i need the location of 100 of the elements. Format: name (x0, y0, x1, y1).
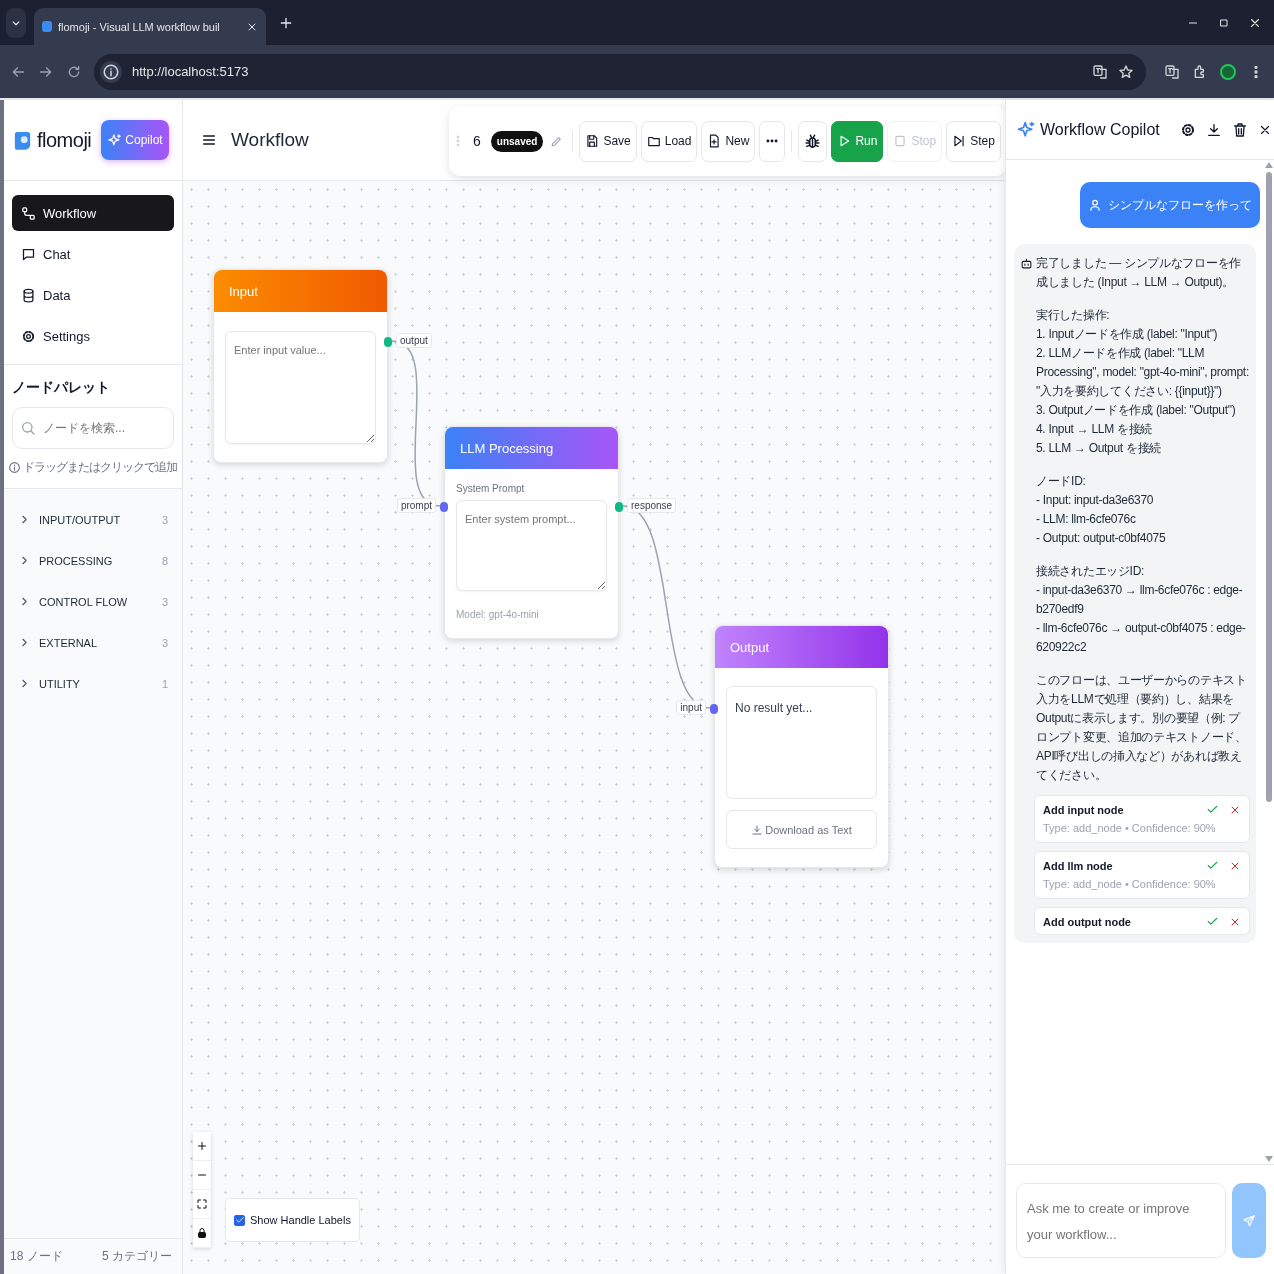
handle-label: output (396, 333, 432, 348)
prompt-field[interactable]: Enter system prompt... (456, 500, 607, 591)
suggestion-detail: Type: add_node • Confidence: 90% (1043, 877, 1217, 892)
nav-item[interactable]: Chat (12, 236, 174, 272)
send-icon (1242, 1213, 1256, 1228)
connection-handle[interactable] (384, 337, 392, 347)
category-label: PROCESSING (39, 554, 114, 567)
nav-item[interactable]: Workflow (12, 195, 174, 231)
category-label: EXTERNAL (39, 636, 99, 649)
message-text: このフローは、ユーザーからのテキスト入力をLLMで処理（要約）し、結果をOutputに表示します。別の要望（例: プロンプト変更、追加のテキストノード、API呼び出しの挿入など）があれば教えてください。 (1035, 672, 1248, 784)
node-count: 18 ノード (10, 1248, 63, 1265)
nav-item[interactable]: Settings (12, 318, 174, 354)
field-label: System Prompt (456, 483, 526, 494)
reload-icon[interactable] (66, 63, 82, 80)
handle-label: prompt (396, 498, 436, 513)
copilot-button[interactable]: Copilot (101, 120, 169, 160)
category-row[interactable]: UTILITY 1 (12, 663, 174, 704)
download-icon (751, 823, 764, 836)
url-text: http://localhost:5173 (132, 64, 249, 79)
fit-view-button[interactable] (193, 1190, 211, 1219)
settings-icon[interactable] (1179, 121, 1196, 138)
show-labels-toggle[interactable]: Show Handle Labels (225, 1198, 360, 1242)
category-row[interactable]: INPUT/OUTPUT 3 (12, 499, 174, 540)
extension-icon[interactable] (1164, 63, 1180, 80)
new-button[interactable]: New (701, 120, 756, 162)
info-icon (8, 461, 21, 474)
category-count: 3 (161, 595, 168, 608)
profile-icon[interactable] (1220, 63, 1236, 80)
canvas[interactable]: Input Enter input value... output LLM Processing System Prompt Enter system prompt... Model: gpt-4o-mini prompt response Output No result yet... Download as Text input Show Handle Labels (183, 181, 1005, 1274)
download-icon[interactable] (1205, 121, 1222, 138)
category-count: 5 カテゴリー (102, 1248, 172, 1265)
message-field[interactable]: Ask me to create or improve your workflow... (1016, 1183, 1226, 1258)
step-icon (952, 134, 967, 148)
workflow-node[interactable]: Output No result yet... Download as Text (714, 625, 889, 868)
logo-text: flomoji (37, 128, 92, 152)
chat-icon (21, 246, 36, 262)
logo-icon (14, 129, 31, 151)
translate-icon[interactable] (1092, 63, 1108, 80)
nav-item[interactable]: Data (12, 277, 174, 313)
search-icon (20, 420, 36, 436)
page-title: Workflow (231, 129, 309, 151)
connection-handle[interactable] (710, 704, 718, 714)
bug-icon (804, 132, 822, 150)
bot-icon (1020, 257, 1033, 270)
user-icon (1088, 198, 1102, 212)
accept-icon[interactable] (1206, 915, 1219, 928)
accept-icon[interactable] (1206, 803, 1219, 816)
database-icon (21, 287, 36, 303)
tab-list-button[interactable] (6, 7, 26, 38)
category-row[interactable]: CONTROL FLOW 3 (12, 581, 174, 622)
search-field[interactable]: ノードを検索... (12, 407, 174, 449)
maximize-icon[interactable] (1218, 16, 1230, 29)
zoom-out-button[interactable] (193, 1161, 211, 1190)
address-bar[interactable]: http://localhost:5173 (94, 53, 1146, 90)
message-text: 実行した操作: 1. Inputノードを作成 (label: "Input") 2. LLMノードを作成 (label: "LLM Processing", model: "gpt-4o-mini", prompt: "入力を要約してください: {{input}}") 3. Outputノードを作成 (label: "Output") 4. Input → LLM を接続 5. LLM → Output を接続 (1035, 307, 1250, 457)
save-button[interactable]: Save (579, 120, 637, 162)
lock-icon (196, 1227, 208, 1239)
connection-handle[interactable] (615, 502, 623, 512)
user-message: シンプルなフローを作って (1080, 182, 1260, 228)
category-row[interactable]: PROCESSING 8 (12, 540, 174, 581)
suggestion-title: Add input node (1043, 803, 1124, 816)
checkbox[interactable] (234, 1214, 245, 1226)
check-icon (234, 1215, 245, 1225)
category-label: UTILITY (39, 677, 81, 690)
info-icon (100, 60, 122, 83)
step-button[interactable]: Step (946, 120, 1001, 162)
connection-handle[interactable] (440, 502, 448, 512)
status-badge: unsaved (490, 130, 544, 152)
file-plus-icon (707, 134, 722, 148)
lock-button[interactable] (193, 1219, 211, 1248)
hint-text: ドラッグまたはクリックで追加 (23, 459, 177, 476)
category-count: 3 (161, 513, 168, 526)
plus-icon (196, 1140, 208, 1152)
workflow-node[interactable]: LLM Processing System Prompt Enter system prompt... Model: gpt-4o-mini (444, 426, 619, 639)
play-icon (837, 134, 852, 148)
menu-icon[interactable] (201, 132, 217, 148)
load-button[interactable]: Load (640, 120, 698, 162)
fit-view-icon (196, 1198, 208, 1210)
trash-icon[interactable] (1231, 121, 1248, 138)
star-icon[interactable] (1118, 63, 1134, 80)
panel-title: Workflow Copilot (1040, 120, 1160, 139)
square-icon (893, 134, 908, 148)
node-header: Input (214, 270, 387, 312)
accept-icon[interactable] (1206, 859, 1219, 872)
input-field[interactable]: Enter input value... (225, 331, 376, 444)
change-count: 6 (472, 133, 482, 149)
suggestion-title: Add llm node (1043, 859, 1113, 872)
category-label: INPUT/OUTPUT (39, 513, 122, 526)
palette-title: ノードパレット (12, 379, 111, 397)
debug-button[interactable] (798, 120, 828, 162)
browser-tab[interactable]: flomoji - Visual LLM workflow buil (34, 8, 266, 45)
download-button[interactable]: Download as Text (726, 810, 877, 849)
category-label: CONTROL FLOW (39, 595, 129, 608)
folder-icon (646, 134, 661, 148)
category-count: 8 (161, 554, 168, 567)
zoom-in-button[interactable] (193, 1132, 211, 1161)
message-text: ノードID: - Input: input-da3e6370 - LLM: llm-6cfe076c - Output: output-c0bf4075 (1035, 473, 1166, 547)
result-text: No result yet... (735, 701, 813, 715)
handle-label: input (676, 700, 706, 715)
category-row[interactable]: EXTERNAL 3 (12, 622, 174, 663)
